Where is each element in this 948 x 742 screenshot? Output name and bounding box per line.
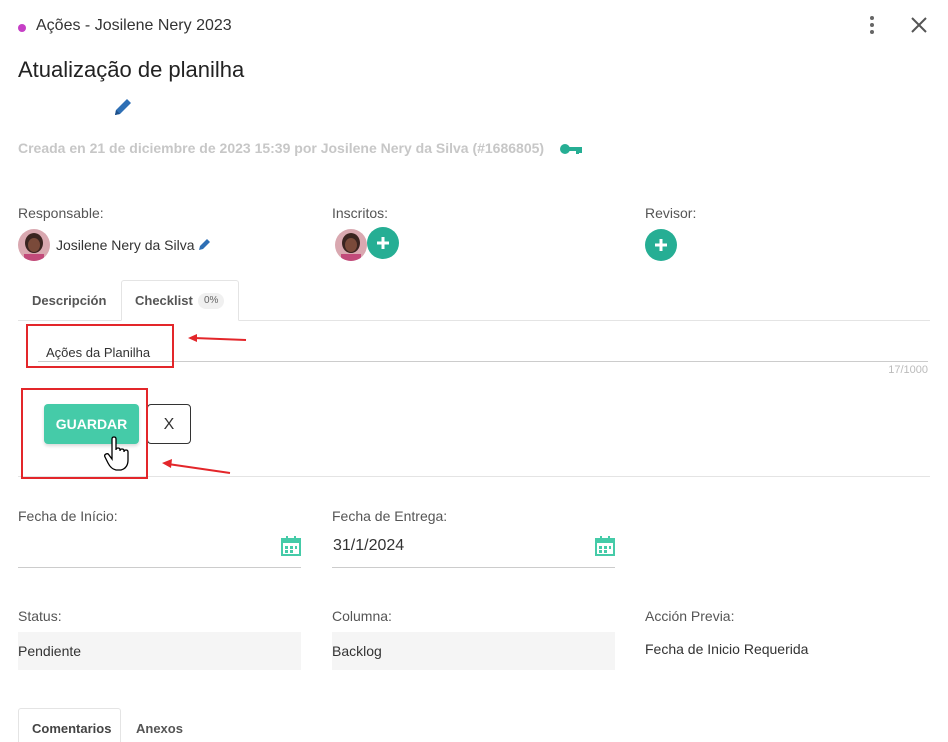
created-info: Creada en 21 de diciembre de 2023 15:39 …: [18, 140, 545, 156]
board-color-dot: [18, 24, 26, 32]
subscribers-label: Inscritos:: [332, 205, 389, 221]
due-calendar-icon[interactable]: [595, 536, 615, 556]
subscriber-avatar[interactable]: [335, 229, 367, 261]
start-calendar-icon[interactable]: [281, 536, 301, 556]
due-date-label: Fecha de Entrega:: [332, 508, 448, 524]
status-select[interactable]: Pendiente: [18, 632, 301, 670]
checklist-progress-badge: 0%: [198, 293, 225, 309]
column-label: Columna:: [332, 608, 392, 624]
edit-responsible-icon[interactable]: [198, 237, 212, 251]
reviewer-label: Revisor:: [645, 205, 697, 221]
add-reviewer-button[interactable]: [645, 229, 677, 261]
add-subscriber-button[interactable]: [367, 227, 399, 259]
annotation-arrow-input: [188, 334, 247, 342]
card-title: Atualização de planilha: [18, 57, 245, 82]
due-date-value[interactable]: 31/1/2024: [333, 537, 404, 555]
char-counter: 17/1000: [888, 364, 928, 376]
close-icon[interactable]: [908, 14, 930, 36]
key-icon[interactable]: [559, 142, 583, 156]
tab-description[interactable]: Descripción: [32, 293, 106, 308]
previous-action-label: Acción Previa:: [645, 608, 735, 624]
status-label: Status:: [18, 608, 62, 624]
due-date-field[interactable]: [332, 567, 615, 568]
responsible-label: Responsable:: [18, 205, 104, 221]
annotation-box-button: [21, 388, 148, 479]
responsible-name: Josilene Nery da Silva: [56, 237, 195, 253]
responsible-avatar[interactable]: [18, 229, 50, 261]
previous-action-value: Fecha de Inicio Requerida: [645, 641, 809, 657]
tab-checklist[interactable]: Checklist: [135, 293, 193, 308]
board-title: Ações - Josilene Nery 2023: [36, 17, 232, 34]
annotation-arrow-button: [162, 459, 231, 474]
column-select[interactable]: Backlog: [332, 632, 615, 670]
tab-comments[interactable]: Comentarios: [32, 721, 111, 736]
tab-attachments[interactable]: Anexos: [136, 721, 183, 736]
more-options-icon[interactable]: [862, 14, 882, 36]
cancel-button[interactable]: X: [147, 404, 191, 444]
annotation-box-input: [26, 324, 174, 368]
section-divider: [18, 476, 930, 477]
start-date-label: Fecha de Início:: [18, 508, 118, 524]
start-date-field[interactable]: [18, 567, 301, 568]
edit-title-pencil-icon[interactable]: [112, 96, 134, 118]
